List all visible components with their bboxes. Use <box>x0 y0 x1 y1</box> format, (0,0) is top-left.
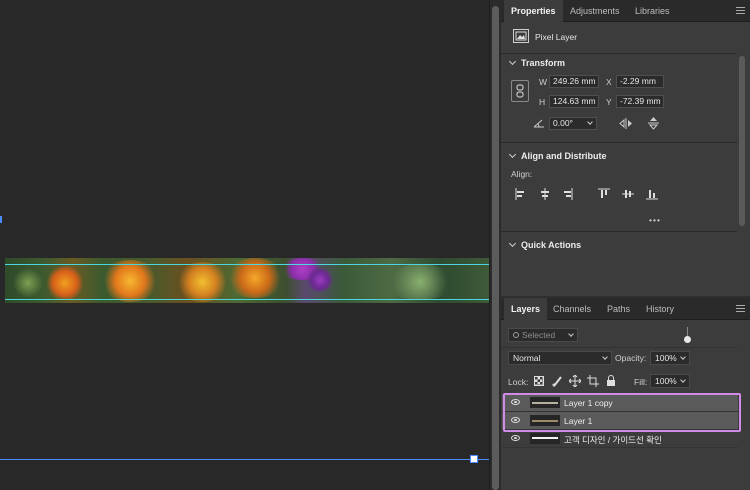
layers-tabbar: Layers Channels Paths History <box>501 298 750 320</box>
selection-bounding-edge <box>0 459 490 460</box>
chevron-down-icon <box>508 150 517 159</box>
tab-history[interactable]: History <box>639 298 681 320</box>
flip-vertical-icon[interactable] <box>647 116 660 130</box>
chevron-down-icon <box>568 331 574 337</box>
transform-handle[interactable] <box>0 216 2 223</box>
y-field[interactable]: -72.39 mm <box>616 95 664 108</box>
transform-header-label: Transform <box>521 58 566 68</box>
lock-artboard-icon[interactable] <box>587 375 599 387</box>
lock-position-icon[interactable] <box>568 374 582 388</box>
chevron-down-icon <box>680 377 686 383</box>
lock-label: Lock: <box>508 377 529 387</box>
tab-channels[interactable]: Channels <box>546 298 598 320</box>
tab-libraries[interactable]: Libraries <box>628 0 677 22</box>
x-field[interactable]: -2.29 mm <box>616 75 664 88</box>
align-right-edges-icon[interactable] <box>561 188 573 200</box>
panel-menu-icon[interactable] <box>736 7 745 14</box>
angle-icon <box>533 118 545 128</box>
filter-toggle-switch[interactable] <box>684 327 691 343</box>
chevron-down-icon <box>508 239 517 248</box>
layer-filter-dropdown[interactable]: Selected <box>508 328 578 342</box>
divider <box>501 53 737 54</box>
pixel-layer-icon <box>513 29 529 43</box>
align-vertical-centers-icon[interactable] <box>622 188 634 200</box>
panel-menu-icon[interactable] <box>736 305 745 312</box>
link-proportions-icon[interactable] <box>511 80 529 102</box>
chevron-down-icon <box>587 119 593 125</box>
h-label: H <box>539 97 546 107</box>
document-canvas[interactable] <box>0 0 490 490</box>
divider <box>501 231 737 232</box>
opacity-label: Opacity: <box>615 353 647 363</box>
align-top-edges-icon[interactable] <box>598 188 610 200</box>
align-horizontal-centers-icon[interactable] <box>539 188 551 200</box>
w-label: W <box>539 77 548 87</box>
angle-value: 0.00° <box>553 118 573 128</box>
layer-row[interactable]: 고객 디자인 / 가이드선 확인 <box>502 430 738 448</box>
layer-type-label: Pixel Layer <box>535 32 578 42</box>
align-bottom-edges-icon[interactable] <box>646 188 658 200</box>
selected-layers-highlight <box>503 393 741 432</box>
tab-paths[interactable]: Paths <box>600 298 637 320</box>
properties-scrollbar[interactable] <box>739 56 745 226</box>
fill-label: Fill: <box>634 377 648 387</box>
width-field[interactable]: 249.26 mm <box>549 75 599 88</box>
flip-horizontal-icon[interactable] <box>619 117 633 130</box>
layer-thumbnail <box>530 433 560 444</box>
lock-transparent-pixels-icon[interactable] <box>534 376 544 386</box>
align-left-edges-icon[interactable] <box>515 188 527 200</box>
filter-placeholder: Selected <box>522 330 556 340</box>
height-field[interactable]: 124.63 mm <box>549 95 599 108</box>
blend-mode-value: Normal <box>513 353 541 363</box>
x-label: X <box>606 77 612 87</box>
guide-line-top <box>5 264 489 265</box>
quick-actions-header[interactable]: Quick Actions <box>508 239 582 250</box>
transform-header[interactable]: Transform <box>508 57 566 68</box>
fill-field[interactable]: 100% <box>650 374 690 388</box>
tab-layers[interactable]: Layers <box>504 298 548 320</box>
fill-value: 100% <box>655 376 677 386</box>
canvas-vertical-scrollbar[interactable] <box>489 0 501 490</box>
align-header[interactable]: Align and Distribute <box>508 150 607 161</box>
divider <box>501 142 737 143</box>
tab-adjustments[interactable]: Adjustments <box>563 0 627 22</box>
transform-handle-corner[interactable] <box>470 455 478 463</box>
properties-panel: Pixel Layer Transform W 249.26 mm X -2.2… <box>501 22 750 296</box>
lock-all-icon[interactable] <box>606 375 616 387</box>
divider <box>501 347 737 348</box>
chevron-down-icon <box>508 57 517 66</box>
search-icon <box>513 332 519 338</box>
opacity-field[interactable]: 100% <box>650 351 690 365</box>
guide-line-bottom <box>5 299 489 300</box>
angle-field[interactable]: 0.00° <box>549 117 597 130</box>
blend-mode-dropdown[interactable]: Normal <box>508 351 612 365</box>
quick-actions-label: Quick Actions <box>521 240 582 250</box>
tab-properties[interactable]: Properties <box>504 0 563 22</box>
eye-icon[interactable] <box>511 435 520 441</box>
align-label: Align: <box>511 169 533 179</box>
more-options-icon[interactable]: ••• <box>649 215 661 225</box>
properties-tabbar: Properties Adjustments Libraries <box>501 0 750 22</box>
y-label: Y <box>606 97 612 107</box>
opacity-value: 100% <box>655 353 677 363</box>
chevron-down-icon <box>680 354 686 360</box>
lock-image-pixels-icon[interactable] <box>552 375 563 387</box>
align-header-label: Align and Distribute <box>521 151 607 161</box>
layer-name: 고객 디자인 / 가이드선 확인 <box>564 435 662 445</box>
scrollbar-thumb[interactable] <box>492 6 499 490</box>
chevron-down-icon <box>602 354 608 360</box>
